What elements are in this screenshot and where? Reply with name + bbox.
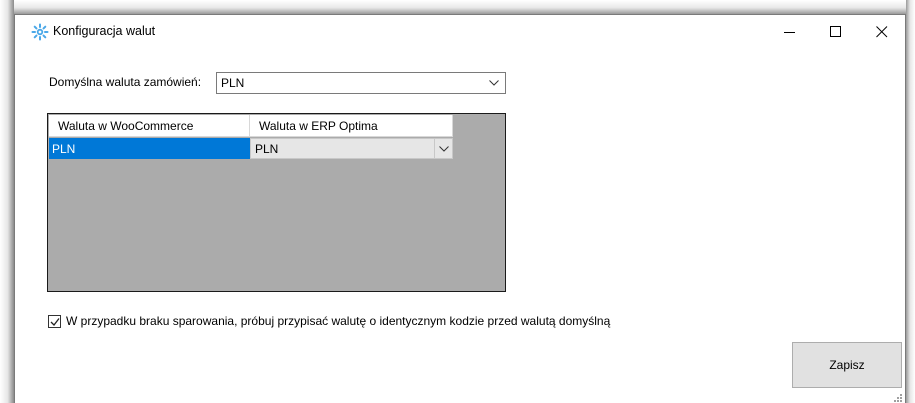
grid-cell-erp-currency-select[interactable]: PLN xyxy=(250,138,453,159)
window-shadow-right xyxy=(906,0,915,403)
column-header-erp-label: Waluta w ERP Optima xyxy=(259,119,378,133)
minimize-icon xyxy=(784,32,795,33)
chevron-down-icon xyxy=(489,80,499,86)
maximize-icon xyxy=(830,26,841,37)
resize-grip-icon[interactable] xyxy=(893,393,903,403)
grid-cell-woocommerce-currency[interactable]: PLN xyxy=(49,138,250,159)
column-header-woocommerce-label: Waluta w WooCommerce xyxy=(58,119,194,133)
currency-mapping-grid[interactable]: Waluta w WooCommerce Waluta w ERP Optima… xyxy=(47,113,506,292)
window-shadow-left xyxy=(0,0,14,403)
default-currency-value: PLN xyxy=(221,76,245,90)
minimize-button[interactable] xyxy=(767,15,813,46)
gear-sun-icon xyxy=(31,23,49,41)
grid-cell-woocommerce-value: PLN xyxy=(52,142,76,156)
column-header-erp[interactable]: Waluta w ERP Optima xyxy=(250,115,453,137)
grid-cell-erp-value: PLN xyxy=(255,142,279,156)
chevron-down-icon xyxy=(439,146,449,152)
default-currency-select[interactable]: PLN xyxy=(216,72,506,94)
maximize-button[interactable] xyxy=(813,15,859,46)
close-icon xyxy=(876,26,888,38)
grid-cell-dropdown-button[interactable] xyxy=(434,139,452,158)
window-title: Konfiguracja walut xyxy=(53,24,156,38)
fallback-checkbox-label[interactable]: W przypadku braku sparowania, próbuj prz… xyxy=(66,314,610,328)
fallback-checkbox[interactable] xyxy=(48,315,61,328)
title-bar[interactable]: Konfiguracja walut xyxy=(15,15,905,46)
column-header-woocommerce[interactable]: Waluta w WooCommerce xyxy=(49,115,250,137)
checkmark-icon xyxy=(50,318,60,326)
save-button-label: Zapisz xyxy=(829,358,865,372)
close-button[interactable] xyxy=(859,15,905,46)
save-button[interactable]: Zapisz xyxy=(792,342,902,388)
currency-config-window: Konfiguracja walut Domyślna waluta zamów… xyxy=(14,14,906,403)
window-shadow-top xyxy=(0,0,915,14)
default-currency-label: Domyślna waluta zamówień: xyxy=(49,75,202,89)
